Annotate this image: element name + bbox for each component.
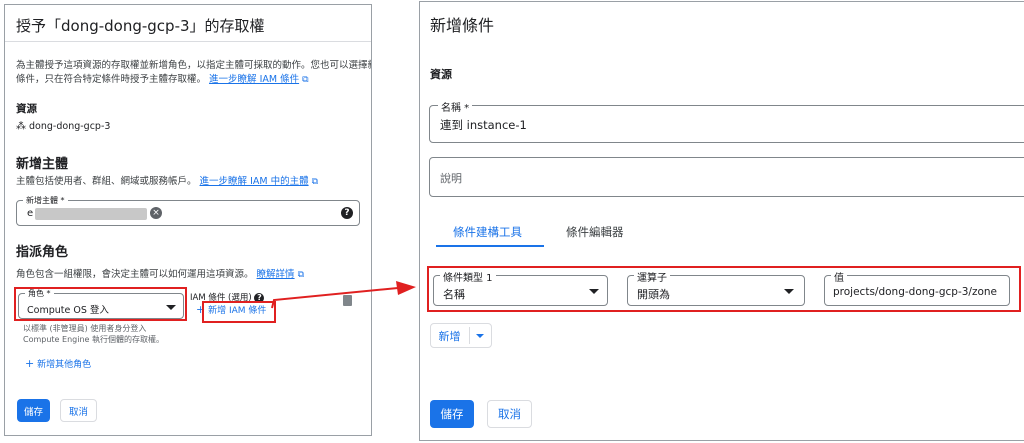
assign-role-heading: 指派角色 — [16, 245, 69, 260]
operator-label: 運算子 — [634, 269, 670, 284]
divider — [468, 327, 470, 344]
add-another-role-label: 新增其他角色 — [37, 360, 92, 370]
learn-more-link[interactable]: 瞭解詳情 — [257, 269, 295, 280]
new-principal-field[interactable]: 新增主體 * e × ? — [16, 195, 360, 226]
external-link-icon: ⧉ — [302, 75, 309, 85]
name-value: 連到 instance-1 — [440, 118, 527, 132]
role-help-line2: Compute Engine 執行個體的存取權。 — [23, 335, 164, 344]
description-field[interactable]: 說明 — [429, 157, 1024, 197]
value-text: projects/dong-dong-gcp-3/zone — [833, 286, 998, 298]
role-help-line1: 以標準 (非管理員) 使用者身分登入 — [23, 324, 147, 333]
value-label: 值 — [831, 269, 847, 284]
panel-title: 新增條件 — [430, 16, 495, 35]
value-input[interactable]: 值 projects/dong-dong-gcp-3/zone — [824, 269, 1010, 306]
cancel-button[interactable]: 取消 — [60, 399, 97, 422]
grant-access-panel: 授予「dong-dong-gcp-3」的存取權 為主體授予這項資源的存取權並新增… — [4, 4, 372, 436]
redacted-email — [35, 208, 147, 220]
highlight-add-condition — [202, 301, 276, 323]
add-label: 新增 — [438, 329, 461, 343]
intro-text-line2: 條件，只在符合特定條件時授予主體存取權。 — [16, 74, 207, 85]
section-title: 資源 — [430, 68, 452, 81]
operator-value: 開頭為 — [637, 288, 670, 301]
tab-condition-builder[interactable]: 條件建構工具 — [453, 224, 522, 240]
divider — [5, 41, 371, 42]
cancel-button[interactable]: 取消 — [487, 400, 532, 428]
resource-name: dong-dong-gcp-3 — [29, 121, 111, 132]
remove-chip-icon[interactable]: × — [150, 207, 162, 219]
intro-text-line1: 為主體授予這項資源的存取權並新增角色，以指定主體可採取的動作。您也可以選擇新增 — [16, 60, 372, 71]
active-tab-indicator — [436, 245, 544, 247]
operator-select[interactable]: 運算子 開頭為 — [627, 269, 805, 306]
resource-heading: 資源 — [16, 103, 37, 115]
dropdown-icon — [784, 289, 794, 294]
plus-icon: + — [25, 357, 35, 370]
external-link-icon: ⧉ — [297, 270, 305, 280]
external-link-icon: ⧉ — [311, 177, 319, 187]
learn-iam-conditions-link[interactable]: 進一步瞭解 IAM 條件 — [209, 74, 299, 85]
add-split-button[interactable]: 新增 — [430, 323, 492, 348]
help-icon[interactable]: ? — [341, 207, 353, 219]
learn-principals-link[interactable]: 進一步瞭解 IAM 中的主體 — [200, 176, 309, 187]
project-icon: ⁂ — [16, 121, 26, 132]
description-placeholder: 說明 — [440, 172, 462, 185]
add-principal-heading: 新增主體 — [16, 157, 69, 172]
condition-name-field[interactable]: 名稱 * 連到 instance-1 — [429, 99, 1024, 143]
principal-description: 主體包括使用者、群組、網域或服務帳戶。 — [16, 176, 197, 187]
panel-title: 授予「dong-dong-gcp-3」的存取權 — [16, 17, 265, 35]
add-condition-panel: 新增條件 資源 名稱 * 連到 instance-1 說明 條件建構工具 條件編… — [419, 1, 1024, 441]
arrow-connector — [271, 281, 416, 309]
principal-chip-text: e — [27, 208, 34, 219]
dropdown-icon — [589, 289, 599, 294]
chevron-down-icon[interactable] — [475, 333, 484, 338]
save-button[interactable]: 儲存 — [17, 399, 50, 422]
add-another-role-button[interactable]: + 新增其他角色 — [25, 357, 91, 370]
highlight-role — [14, 287, 187, 321]
name-label: 名稱 * — [438, 99, 473, 114]
condition-type-label: 條件類型 1 — [440, 269, 496, 284]
condition-type-select[interactable]: 條件類型 1 名稱 — [433, 269, 608, 306]
role-description: 角色包含一組權限，會決定主體可以如何運用這項資源。 — [16, 269, 254, 280]
tab-condition-editor[interactable]: 條件編輯器 — [566, 224, 624, 240]
save-button[interactable]: 儲存 — [430, 400, 474, 428]
new-principal-label: 新增主體 * — [23, 195, 68, 206]
condition-type-value: 名稱 — [443, 288, 465, 301]
